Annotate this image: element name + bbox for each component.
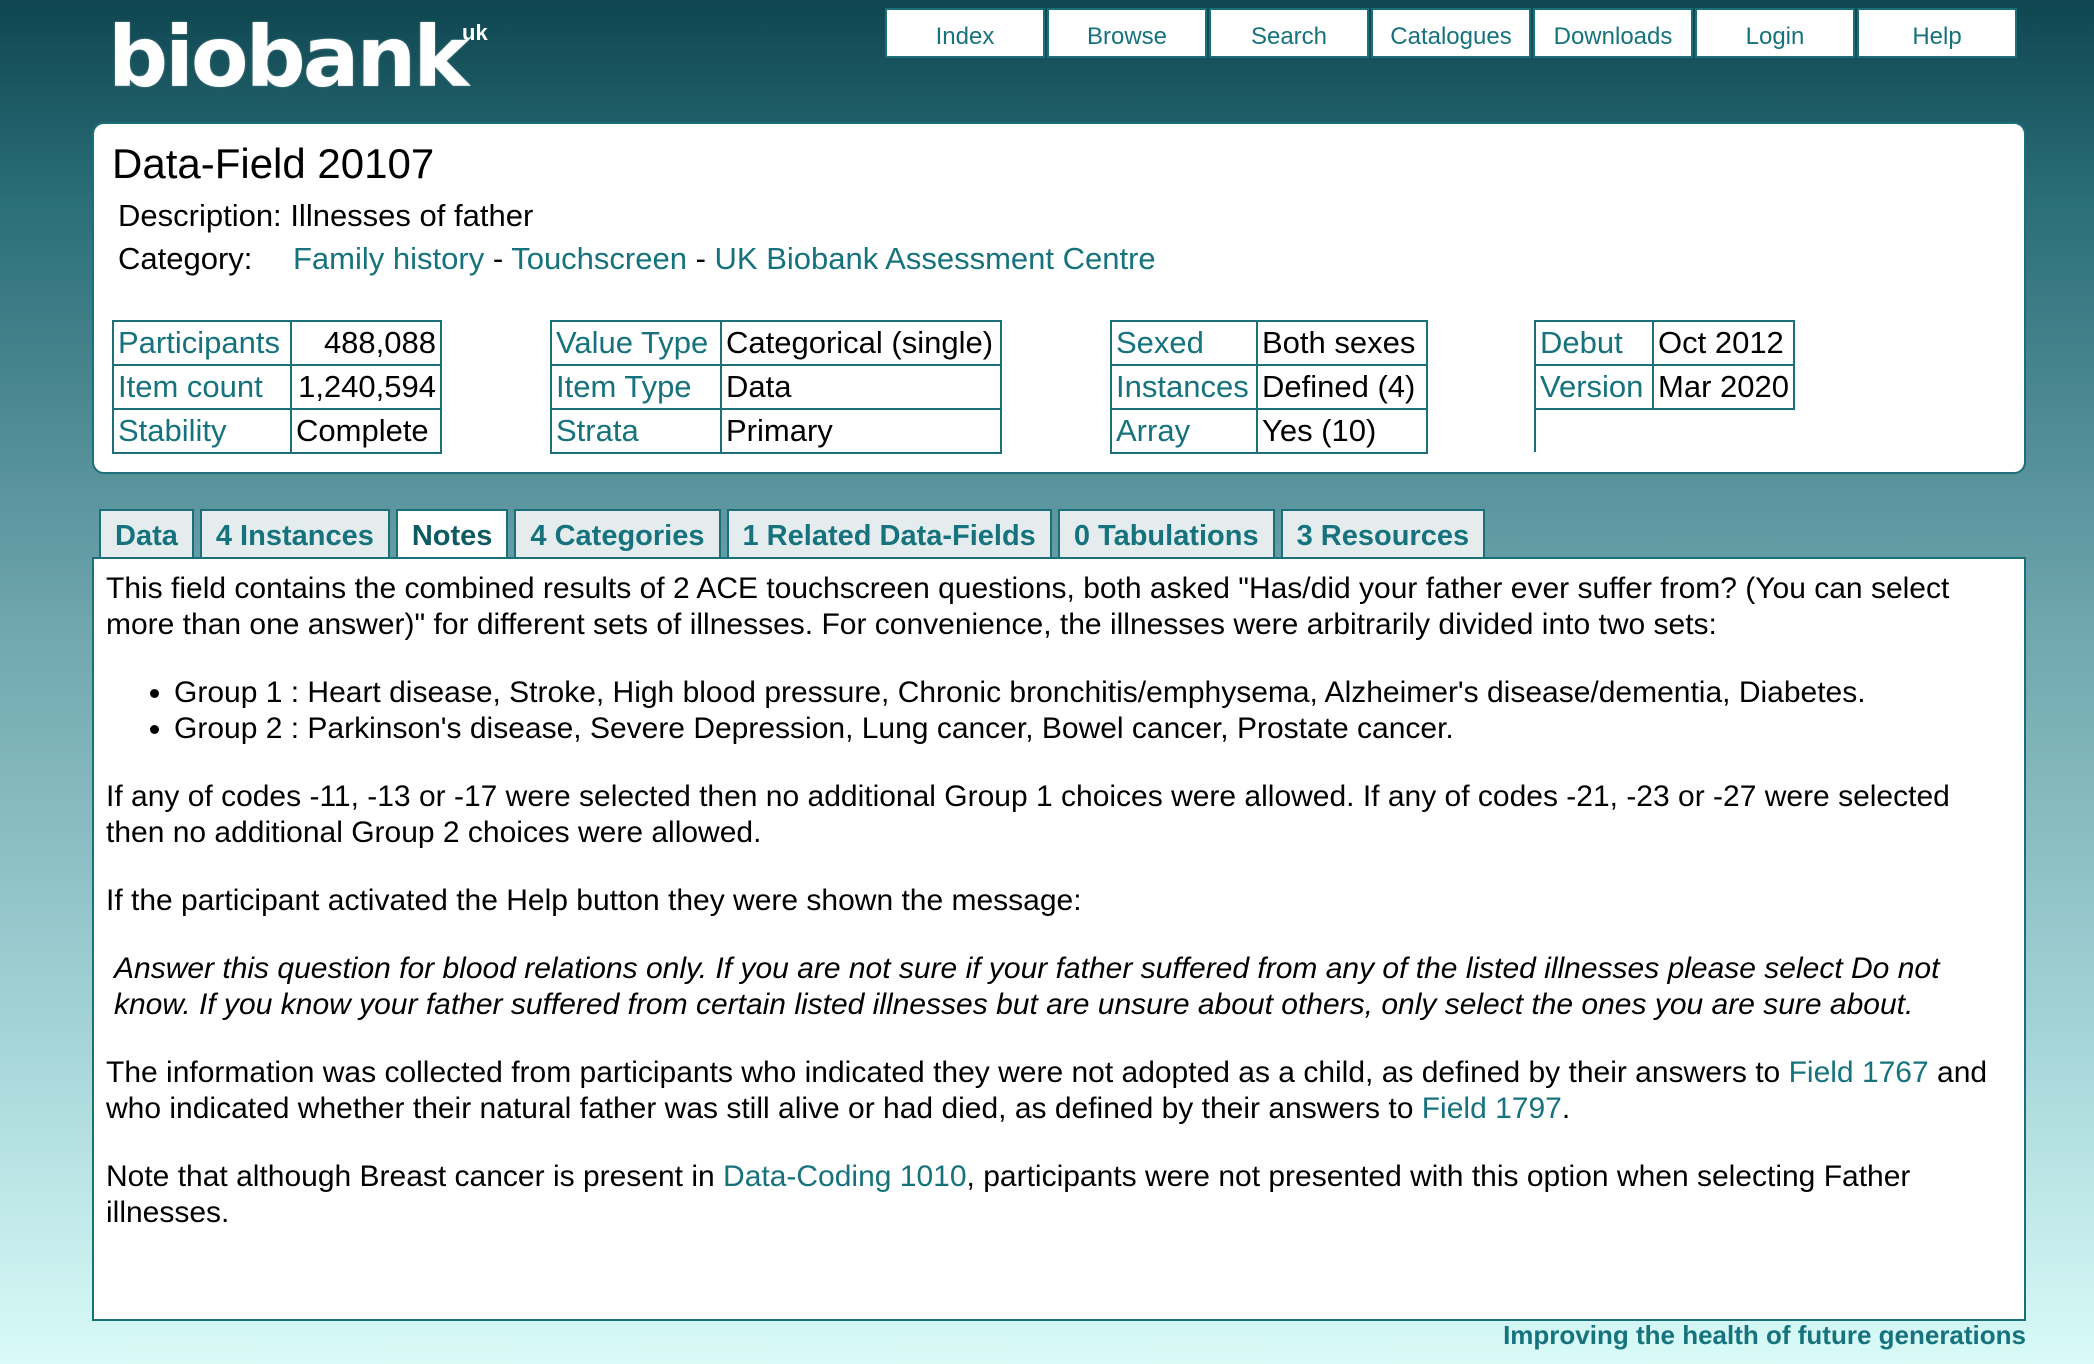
category-separator: - [484,241,512,276]
category-link-assessment-centre[interactable]: UK Biobank Assessment Centre [715,241,1156,276]
notes-help-paragraph: If the participant activated the Help bu… [106,884,1082,917]
debut-table: Debut Oct 2012 Version Mar 2020 [1534,320,1795,452]
sexed-table: Sexed Both sexes Instances Defined (4) Arr… [1110,320,1428,454]
item-type-value: Data [720,364,1002,410]
nav-search[interactable]: Search [1209,8,1369,58]
nav-index[interactable]: Index [885,8,1045,58]
tab-related-data-fields[interactable]: 1 Related Data-Fields [726,509,1052,557]
field-1767-link[interactable]: Field 1767 [1789,1056,1929,1089]
array-label[interactable]: Array [1110,408,1258,454]
nav-browse[interactable]: Browse [1047,8,1207,58]
logo-uk-suffix: uk [462,20,488,45]
category-link-family-history[interactable]: Family history [293,241,484,276]
biobank-logo[interactable]: biobank [108,8,469,106]
notes-codes-paragraph: If any of codes -11, -13 or -17 were sel… [106,780,1950,849]
text-span: . [1561,1092,1571,1125]
debut-value: Oct 2012 [1652,320,1795,366]
tab-notes[interactable]: Notes [395,509,509,561]
participants-label[interactable]: Participants [112,320,292,366]
list-item: Group 1 : Heart disease, Stroke, High bl… [174,675,2012,711]
tab-resources[interactable]: 3 Resources [1280,509,1486,557]
item-count-value: 1,240,594 [290,364,442,410]
item-type-label[interactable]: Item Type [550,364,722,410]
instances-value: Defined (4) [1256,364,1428,410]
description-row: Description: Illnesses of father [118,198,533,234]
description-label: Description: [118,198,282,233]
instances-label[interactable]: Instances [1110,364,1258,410]
tab-tabulations[interactable]: 0 Tabulations [1057,509,1275,557]
debut-label[interactable]: Debut [1534,320,1654,366]
nav-login[interactable]: Login [1695,8,1855,58]
notes-adoption-paragraph: The information was collected from parti… [106,1055,2012,1127]
participants-value: 488,088 [290,320,442,366]
nav-help[interactable]: Help [1857,8,2017,58]
field-summary-panel: Data-Field 20107 Description: Illnesses … [92,122,2026,474]
tab-instances[interactable]: 4 Instances [199,509,390,557]
value-type-label[interactable]: Value Type [550,320,722,366]
notes-intro: This field contains the combined results… [106,572,1950,641]
stability-value: Complete [290,408,442,454]
page-title: Data-Field 20107 [112,140,435,187]
type-table: Value Type Categorical (single) Item Type… [550,320,1002,454]
array-value: Yes (10) [1256,408,1428,454]
sexed-value: Both sexes [1256,320,1428,366]
category-separator: - [686,241,715,276]
field-tabs: Data 4 Instances Notes 4 Categories 1 Re… [99,509,1491,561]
sexed-label[interactable]: Sexed [1110,320,1258,366]
field-1797-link[interactable]: Field 1797 [1422,1092,1562,1125]
participants-table: Participants 488,088 Item count 1,240,594 … [112,320,442,454]
item-count-label[interactable]: Item count [112,364,292,410]
description-value: Illnesses of father [290,198,534,233]
tab-categories[interactable]: 4 Categories [514,509,721,557]
category-label: Category: [118,241,253,276]
top-nav: Index Browse Search Catalogues Downloads… [885,8,2019,58]
nav-downloads[interactable]: Downloads [1533,8,1693,58]
strata-value: Primary [720,408,1002,454]
version-label[interactable]: Version [1534,364,1654,410]
version-value: Mar 2020 [1652,364,1795,410]
footer-tagline: Improving the health of future generatio… [1503,1320,2026,1350]
empty-cell [1534,409,1653,452]
stability-label[interactable]: Stability [112,408,292,454]
category-link-touchscreen[interactable]: Touchscreen [511,241,687,276]
notes-breast-cancer-paragraph: Note that although Breast cancer is pres… [106,1159,2012,1231]
illness-groups-list: Group 1 : Heart disease, Stroke, High bl… [106,675,2012,747]
list-item: Group 2 : Parkinson's disease, Severe De… [174,711,2012,747]
empty-cell [1653,409,1794,452]
category-row: Category: Family history - Touchscreen - … [118,241,1156,277]
help-message-quote: Answer this question for blood relations… [114,952,1940,1021]
notes-content: This field contains the combined results… [92,557,2026,1321]
data-coding-1010-link[interactable]: Data-Coding 1010 [723,1160,967,1193]
strata-label[interactable]: Strata [550,408,722,454]
tab-data[interactable]: Data [99,509,194,557]
nav-catalogues[interactable]: Catalogues [1371,8,1531,58]
text-span: The information was collected from parti… [106,1056,1789,1089]
value-type-value: Categorical (single) [720,320,1002,366]
text-span: Note that although Breast cancer is pres… [106,1160,724,1193]
